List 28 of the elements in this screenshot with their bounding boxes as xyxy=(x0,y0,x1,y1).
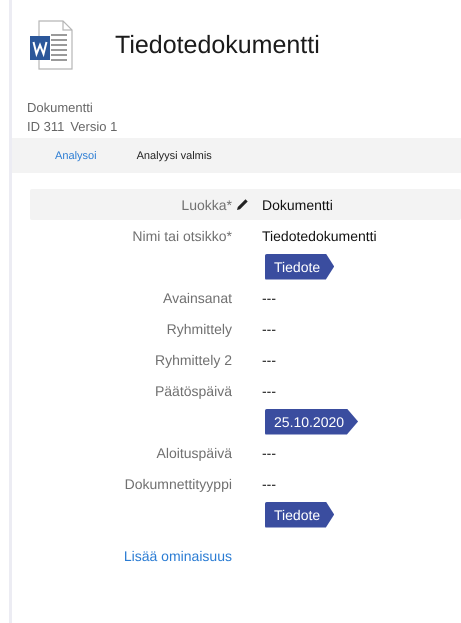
tag: 25.10.2020 xyxy=(265,408,358,434)
tag: Tiedote xyxy=(265,254,334,280)
document-id: ID 311 xyxy=(27,118,64,136)
property-value: Tiedotedokumentti xyxy=(261,228,378,244)
tag: Tiedote xyxy=(265,502,334,528)
property-value: Dokumentti xyxy=(261,196,334,212)
property-value: --- xyxy=(261,290,277,306)
property-value: --- xyxy=(261,444,277,460)
property-value: --- xyxy=(261,320,277,336)
property-label: Päätöspäivä xyxy=(154,382,232,398)
add-property-link[interactable]: Lisää ominaisuus xyxy=(124,548,232,564)
tab[interactable]: Analyysi valmis xyxy=(126,146,222,166)
property-label: Ryhmittely xyxy=(166,320,232,336)
property-label: Ryhmittely 2 xyxy=(154,352,232,368)
word-document-icon xyxy=(29,20,73,70)
property-value: --- xyxy=(261,352,277,368)
document-version: Versio 1 xyxy=(70,118,118,136)
property-label: Luokka* xyxy=(180,196,232,212)
document-type: Dokumentti xyxy=(27,99,94,117)
property-label: Dokumnettityyppi xyxy=(124,476,232,492)
edit-icon[interactable] xyxy=(236,198,249,211)
tab[interactable]: Analysoi xyxy=(45,146,107,166)
property-value: --- xyxy=(261,382,277,398)
property-label: Nimi tai otsikko* xyxy=(131,228,232,244)
property-label: Avainsanat xyxy=(162,290,232,306)
property-label: Aloituspäivä xyxy=(156,444,232,460)
property-value: --- xyxy=(261,476,277,492)
document-title: Tiedotedokumentti xyxy=(115,30,320,60)
